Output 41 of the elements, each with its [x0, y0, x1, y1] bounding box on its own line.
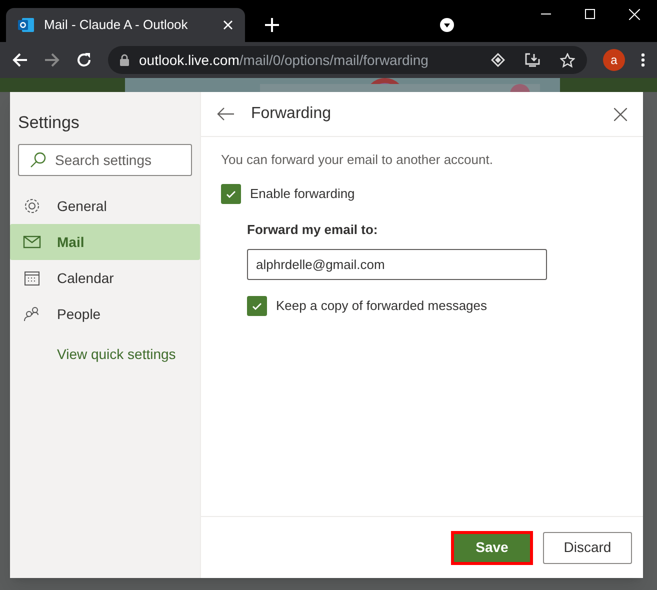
- nav-item[interactable]: People: [10, 296, 200, 332]
- search-field[interactable]: Search settings: [18, 144, 192, 176]
- new-tab-icon[interactable]: [265, 18, 279, 32]
- checkmark-icon: [251, 300, 263, 312]
- people-icon: [23, 306, 41, 322]
- field-label: Forward my email to:: [247, 220, 379, 239]
- star-icon[interactable]: [560, 52, 575, 68]
- install-icon[interactable]: [525, 53, 540, 67]
- close-icon[interactable]: [614, 108, 627, 120]
- checkbox[interactable]: [221, 184, 241, 204]
- search-icon: [30, 152, 46, 168]
- discard-button[interactable]: Discard: [543, 532, 632, 564]
- lock-icon: [120, 54, 129, 66]
- quick-settings-link[interactable]: View quick settings: [10, 344, 200, 365]
- outlook-icon: [18, 17, 34, 33]
- settings-title: Settings: [17, 112, 80, 134]
- reload-icon[interactable]: [76, 52, 92, 68]
- back-icon[interactable]: [217, 107, 235, 121]
- panel-title: Forwarding: [251, 104, 332, 124]
- nav-item[interactable]: Mail: [10, 224, 200, 260]
- nav-item[interactable]: Calendar: [10, 260, 200, 296]
- diamond-icon[interactable]: [491, 53, 505, 67]
- menu-icon[interactable]: [641, 53, 645, 67]
- url-text: outlook.live.com/mail/0/options/mail/forwarding: [139, 50, 430, 70]
- checkbox[interactable]: [247, 296, 267, 316]
- profile-avatar[interactable]: a: [603, 49, 625, 71]
- tab-title: Mail - Claude A - Outlook: [44, 16, 189, 34]
- mail-icon: [23, 235, 41, 249]
- dropdown-icon[interactable]: [440, 18, 454, 32]
- calendar-icon: [24, 270, 40, 286]
- gear-icon: [23, 197, 41, 215]
- checkbox-label: Enable forwarding: [250, 184, 355, 203]
- forward-icon[interactable]: [44, 52, 60, 68]
- address-bar[interactable]: outlook.live.com/mail/0/options/mail/forwarding: [108, 46, 587, 74]
- save-button[interactable]: Save: [451, 530, 533, 564]
- browser-tab[interactable]: Mail - Claude A - Outlook: [6, 8, 245, 42]
- nav-item[interactable]: General: [10, 188, 200, 224]
- checkbox-label: Keep a copy of forwarded messages: [276, 297, 488, 316]
- description-text: You can forward your email to another account.: [221, 151, 494, 169]
- email-field[interactable]: alphrdelle@gmail.com: [247, 249, 547, 280]
- maximize-icon[interactable]: [585, 9, 595, 19]
